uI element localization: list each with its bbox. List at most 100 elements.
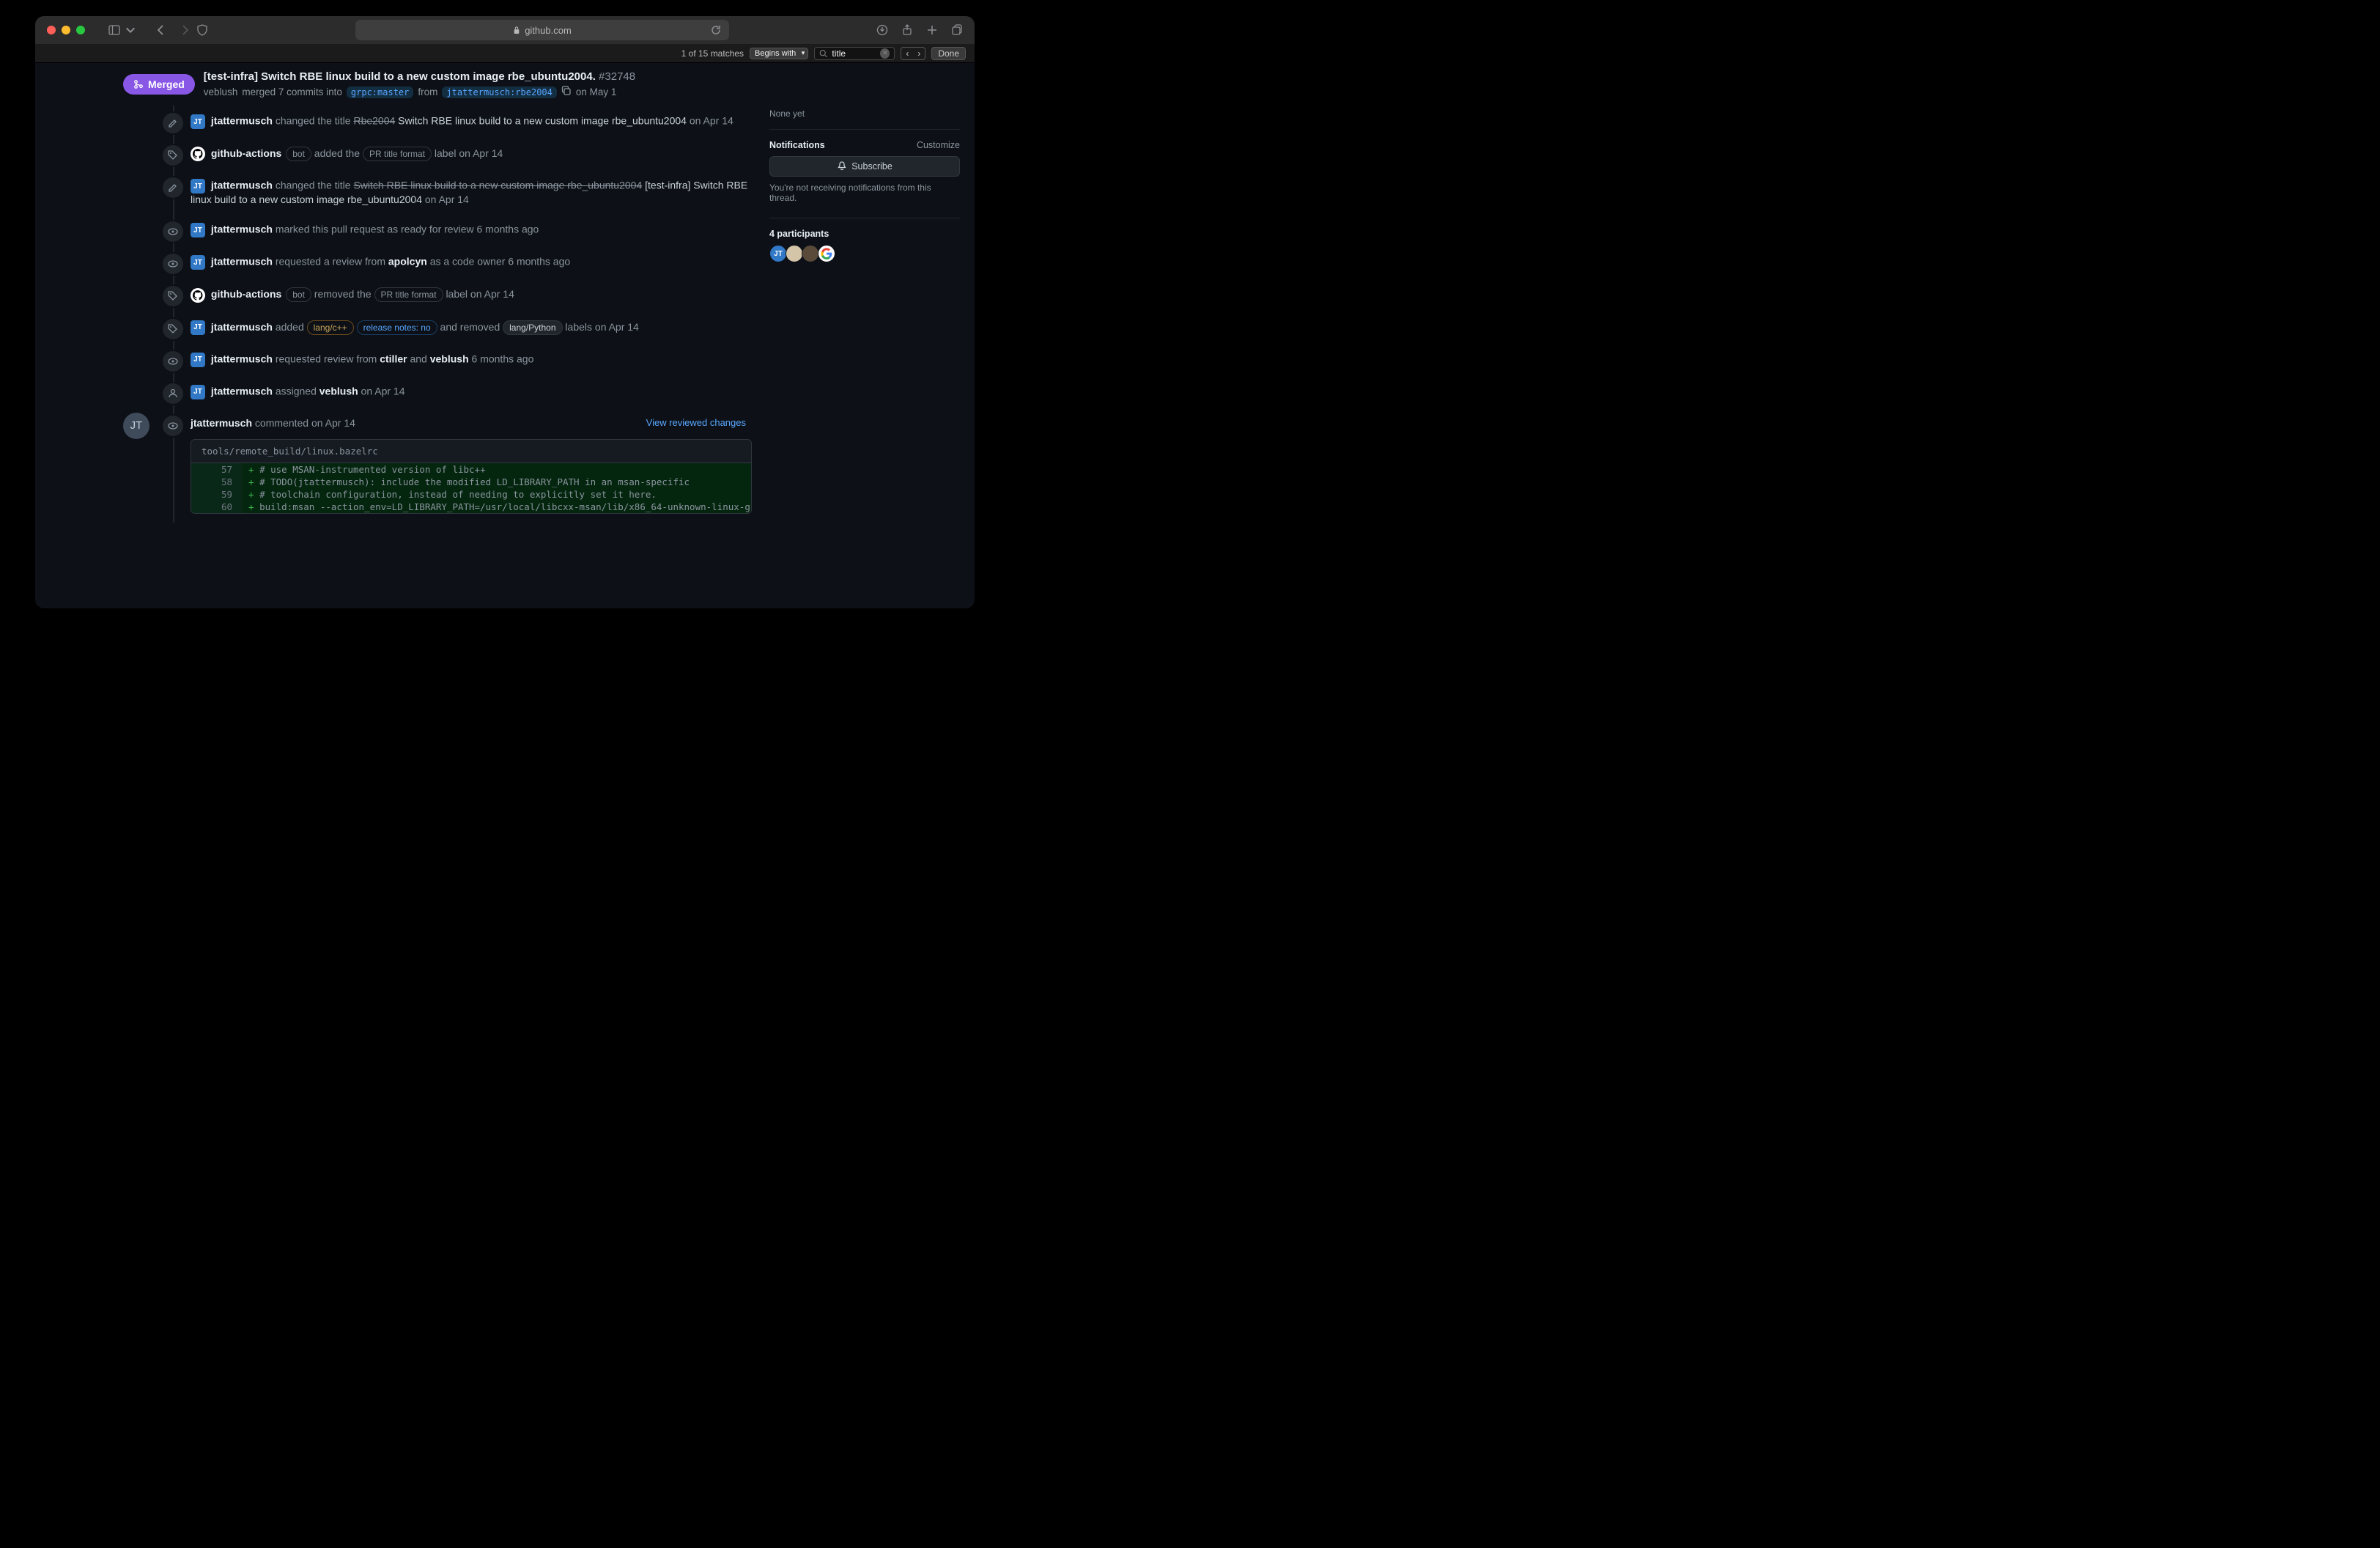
tab-group-chevron-icon[interactable] (125, 24, 136, 36)
lock-icon (513, 26, 520, 34)
timeline-event: github-actions bot removed the PR title … (161, 279, 752, 311)
right-sidebar: None yet Notifications Customize Subscri… (769, 106, 960, 608)
event-target[interactable]: ctiller (380, 353, 407, 365)
share-icon[interactable] (901, 24, 913, 36)
event-target[interactable]: veblush (319, 386, 358, 397)
head-branch-pill[interactable]: jtattermusch:rbe2004 (442, 86, 557, 98)
git-merge-icon (133, 79, 144, 89)
event-label[interactable]: PR title format (363, 147, 432, 161)
tag-icon (163, 319, 183, 339)
eye-icon (163, 254, 183, 274)
event-actor[interactable]: jtattermusch (211, 180, 273, 191)
address-host: github.com (525, 25, 572, 36)
event-action: removed the (314, 288, 372, 300)
pr-number: #32748 (599, 70, 635, 83)
user-avatar: JT (191, 114, 205, 129)
minimize-window-button[interactable] (62, 26, 70, 34)
user-avatar: JT (191, 385, 205, 399)
sidebar-toggle-icon[interactable] (108, 24, 120, 36)
copy-branch-icon[interactable] (561, 86, 572, 98)
event-target[interactable]: veblush (430, 353, 469, 365)
user-avatar: JT (191, 223, 205, 237)
user-avatar: JT (191, 255, 205, 270)
event-action: added the (314, 147, 360, 159)
event-date: 6 months ago (477, 224, 539, 235)
event-action: requested review from (276, 353, 377, 365)
event-actor[interactable]: jtattermusch (211, 386, 273, 397)
event-actor[interactable]: jtattermusch (211, 353, 273, 365)
find-clear-button[interactable]: ✕ (880, 48, 890, 59)
pr-title: [test-infra] Switch RBE linux build to a… (204, 70, 635, 83)
participant-avatar[interactable]: JT (769, 245, 787, 262)
pr-merge-date: on May 1 (576, 86, 617, 97)
event-label[interactable]: lang/Python (503, 320, 562, 335)
event-date: on Apr 14 (361, 386, 405, 397)
participant-avatar[interactable] (802, 245, 819, 262)
event-action: added (276, 321, 304, 333)
downloads-icon[interactable] (876, 24, 888, 36)
timeline-event: JT jtattermusch changed the title Switch… (161, 170, 752, 214)
find-prev-button[interactable]: ‹ (901, 48, 913, 59)
subscribe-button[interactable]: Subscribe (769, 156, 960, 177)
find-next-button[interactable]: › (913, 48, 925, 59)
timeline-event: JT jtattermusch added lang/c++ release n… (161, 312, 752, 344)
diff-box: tools/remote_build/linux.bazelrc57+ # us… (191, 439, 752, 514)
from-text: from (418, 86, 437, 97)
diff-file-header[interactable]: tools/remote_build/linux.bazelrc (191, 440, 751, 463)
eye-icon (163, 351, 183, 372)
find-mode-select[interactable]: Begins with (750, 48, 808, 59)
tag-icon (163, 286, 183, 306)
event-date: on Apr 14 (690, 115, 733, 127)
eye-icon (163, 416, 183, 436)
participant-avatar[interactable] (786, 245, 803, 262)
review-actor[interactable]: jtattermusch (191, 417, 252, 429)
view-reviewed-changes-link[interactable]: View reviewed changes (646, 417, 746, 428)
event-label[interactable]: release notes: no (357, 320, 437, 335)
sidebar-notifications-heading: Notifications (769, 140, 825, 150)
event-actor[interactable]: jtattermusch (211, 115, 273, 127)
event-target[interactable]: apolcyn (388, 256, 427, 268)
timeline-event: JT jtattermusch assigned veblush on Apr … (161, 376, 752, 408)
address-bar[interactable]: github.com (355, 20, 729, 40)
reload-icon[interactable] (710, 24, 722, 36)
forward-button[interactable] (179, 24, 191, 36)
event-date: 6 months ago (472, 353, 534, 365)
event-actor[interactable]: jtattermusch (211, 224, 273, 235)
pr-title-text: [test-infra] Switch RBE linux build to a… (204, 70, 596, 83)
close-window-button[interactable] (47, 26, 56, 34)
event-action: marked this pull request as ready for re… (276, 224, 474, 235)
participant-avatar[interactable] (818, 245, 835, 262)
sidebar-customize-link[interactable]: Customize (917, 140, 960, 150)
back-button[interactable] (155, 24, 167, 36)
event-actor[interactable]: jtattermusch (211, 321, 273, 333)
new-tab-icon[interactable] (926, 24, 938, 36)
timeline-event: JT jtattermusch changed the title Rbe200… (161, 106, 752, 138)
event-label[interactable]: lang/c++ (307, 320, 354, 335)
reviewer-avatar[interactable]: JT (123, 413, 149, 439)
event-action: changed the title (276, 180, 351, 191)
event-date: on Apr 14 (470, 288, 514, 300)
timeline-event: github-actions bot added the PR title fo… (161, 138, 752, 170)
title-bar: github.com (35, 16, 975, 44)
tabs-overview-icon[interactable] (951, 24, 963, 36)
pr-merger[interactable]: veblush (204, 86, 238, 97)
timeline-event: JT jtattermusch marked this pull request… (161, 214, 752, 246)
event-actor[interactable]: github-actions (211, 288, 281, 300)
event-actor[interactable]: github-actions (211, 147, 281, 159)
eye-icon (163, 221, 183, 242)
user-avatar: JT (191, 179, 205, 194)
pencil-icon (163, 113, 183, 133)
event-actor[interactable]: jtattermusch (211, 256, 273, 268)
find-input[interactable] (832, 48, 876, 59)
find-done-button[interactable]: Done (931, 47, 966, 60)
pr-subtitle: veblush merged 7 commits into grpc:maste… (204, 86, 635, 98)
privacy-shield-icon[interactable] (196, 24, 208, 36)
event-label[interactable]: PR title format (374, 287, 443, 302)
find-match-count: 1 of 15 matches (681, 48, 744, 59)
person-icon (163, 383, 183, 404)
find-bar: 1 of 15 matches Begins with ✕ ‹ › Done (35, 44, 975, 63)
base-branch-pill[interactable]: grpc:master (347, 86, 413, 98)
browser-window: github.com 1 of 15 matches Begins with ✕… (35, 16, 975, 608)
find-prev-next: ‹ › (901, 47, 925, 60)
maximize-window-button[interactable] (76, 26, 85, 34)
